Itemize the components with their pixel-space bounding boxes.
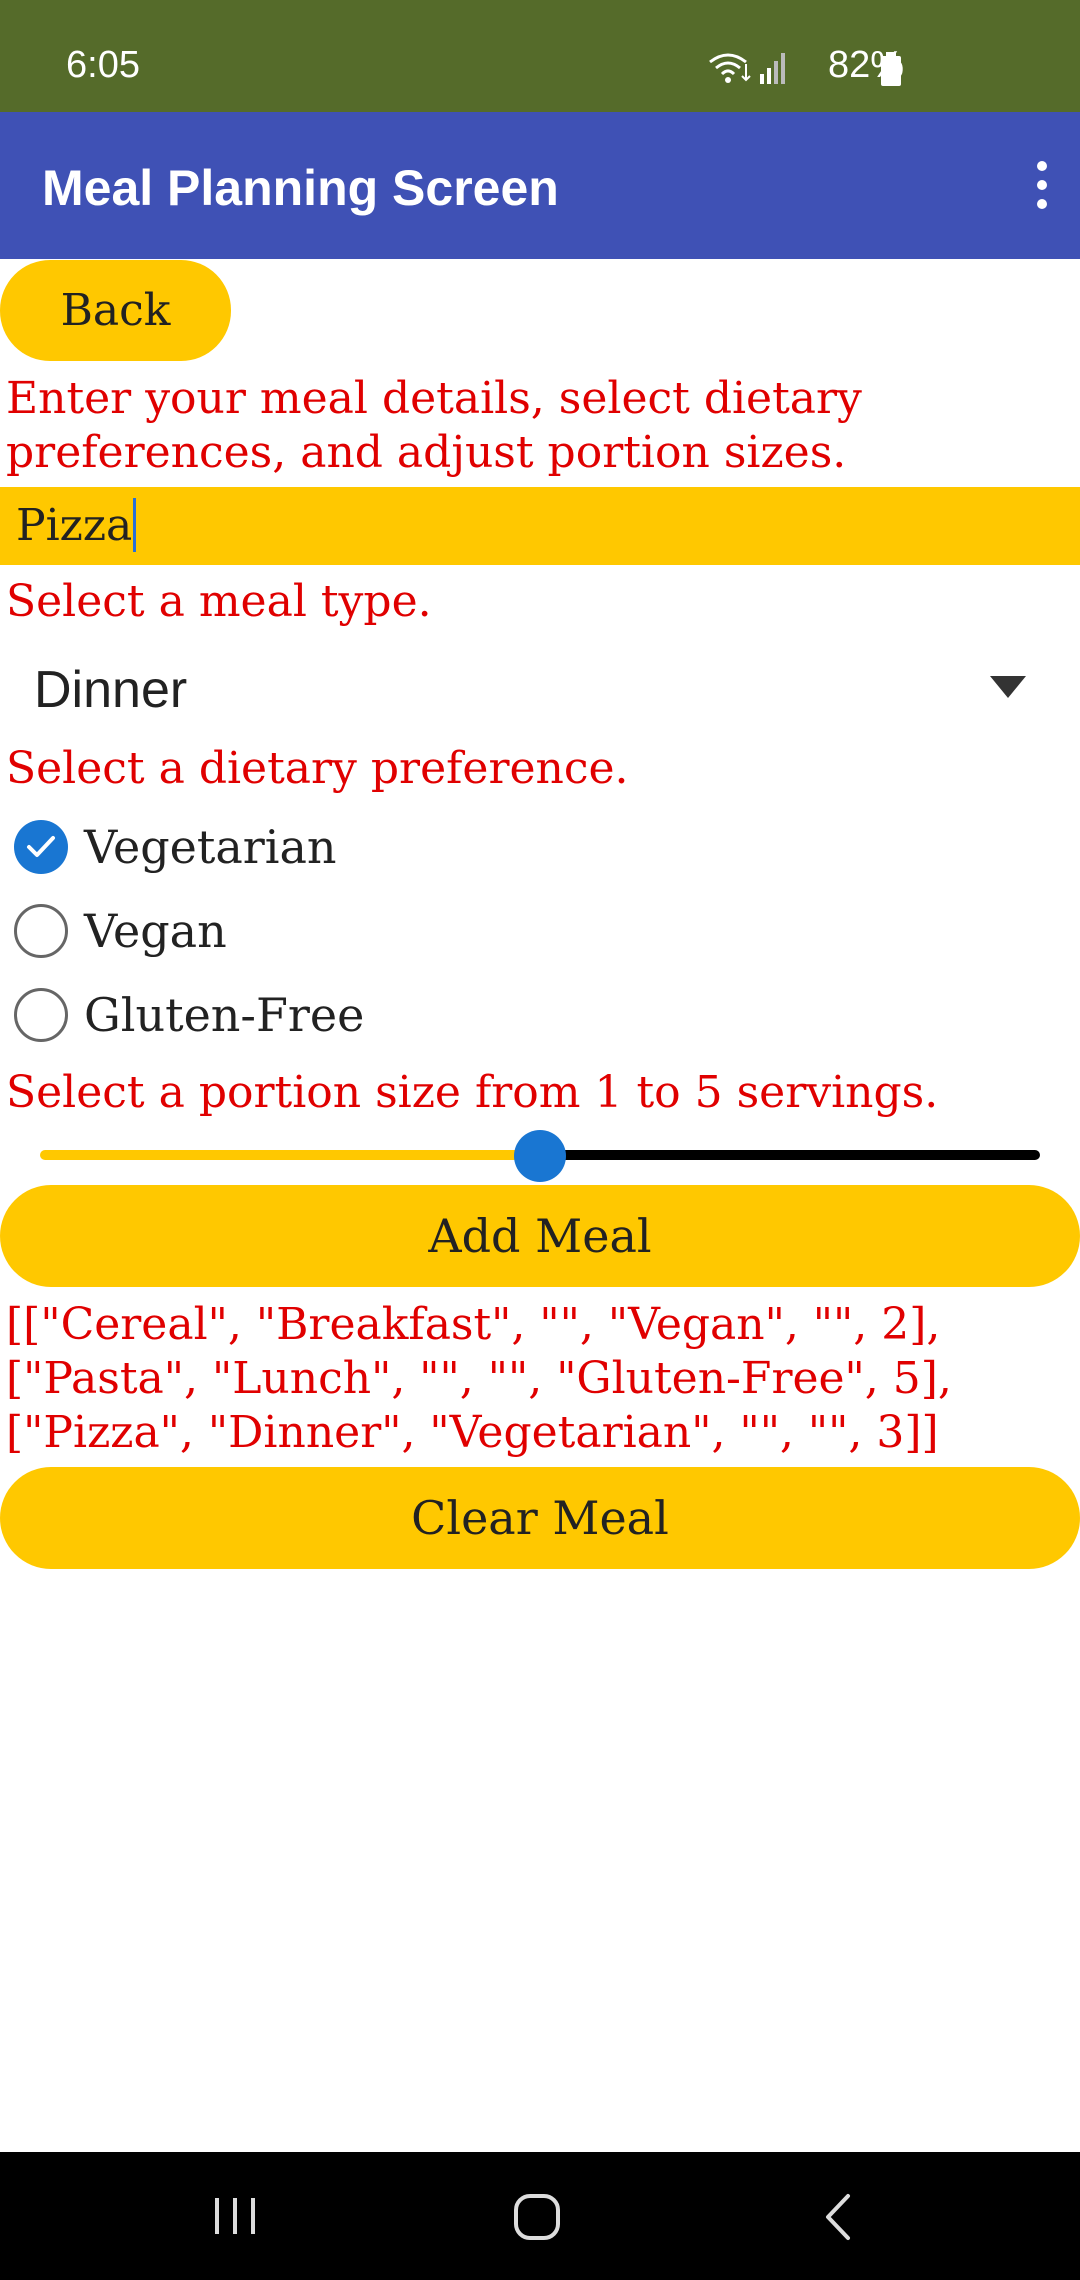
checkbox-label-vegan: Vegan (84, 904, 227, 958)
checkbox-label-gluten-free: Gluten-Free (84, 988, 365, 1042)
instructions-text: Enter your meal details, select dietary … (6, 373, 862, 478)
recents-icon[interactable] (212, 2196, 258, 2236)
checkbox-unchecked[interactable] (14, 988, 68, 1042)
meal-list-line: ["Pizza", "Dinner", "Vegetarian", "", ""… (6, 1407, 939, 1458)
clear-meal-button[interactable]: Clear Meal (0, 1467, 1080, 1569)
meal-list-line: [["Cereal", "Breakfast", "", "Vegan", ""… (6, 1299, 941, 1350)
system-nav-bar (0, 2152, 1080, 2280)
portion-size-label: Select a portion size from 1 to 5 servin… (6, 1067, 939, 1118)
checkbox-label-vegetarian: Vegetarian (84, 820, 337, 874)
slider-thumb[interactable] (514, 1130, 566, 1182)
slider-track-inactive (540, 1150, 1040, 1160)
status-time: 6:05 (66, 44, 140, 86)
signal-icon (760, 53, 785, 84)
slider-track-active (40, 1150, 540, 1160)
app-bar: Meal Planning Screen (0, 112, 1080, 259)
add-meal-button[interactable]: Add Meal (0, 1185, 1080, 1287)
checkbox-vegetarian[interactable]: Vegetarian (0, 810, 500, 884)
dietary-preference-label: Select a dietary preference. (6, 743, 629, 794)
wifi-icon (709, 53, 751, 83)
app-title: Meal Planning Screen (42, 160, 559, 216)
checkbox-unchecked[interactable] (14, 904, 68, 958)
meal-name-input[interactable]: Pizza (0, 487, 1080, 565)
meal-list-line: ["Pasta", "Lunch", "", "", "Gluten-Free"… (6, 1353, 952, 1404)
meal-type-dropdown[interactable]: Dinner (0, 642, 1080, 732)
status-bar: 6:05 82% (0, 0, 1080, 112)
meal-name-value: Pizza (16, 500, 133, 551)
checkbox-checked[interactable] (14, 820, 68, 874)
checkbox-gluten-free[interactable]: Gluten-Free (0, 978, 500, 1052)
checkbox-vegan[interactable]: Vegan (0, 894, 500, 968)
back-button[interactable]: Back (0, 260, 231, 361)
overflow-menu-icon[interactable] (1030, 158, 1054, 212)
battery-icon (881, 52, 901, 86)
meal-list-output: [["Cereal", "Breakfast", "", "Vegan", ""… (6, 1298, 1080, 1460)
dropdown-arrow-icon (990, 676, 1026, 698)
meal-type-selected: Dinner (34, 661, 188, 719)
meal-type-label: Select a meal type. (6, 576, 432, 627)
home-icon[interactable] (512, 2192, 562, 2242)
back-nav-icon[interactable] (822, 2192, 852, 2242)
portion-size-slider[interactable] (40, 1130, 1040, 1182)
text-cursor (133, 497, 137, 552)
checkmark-icon (27, 836, 55, 857)
